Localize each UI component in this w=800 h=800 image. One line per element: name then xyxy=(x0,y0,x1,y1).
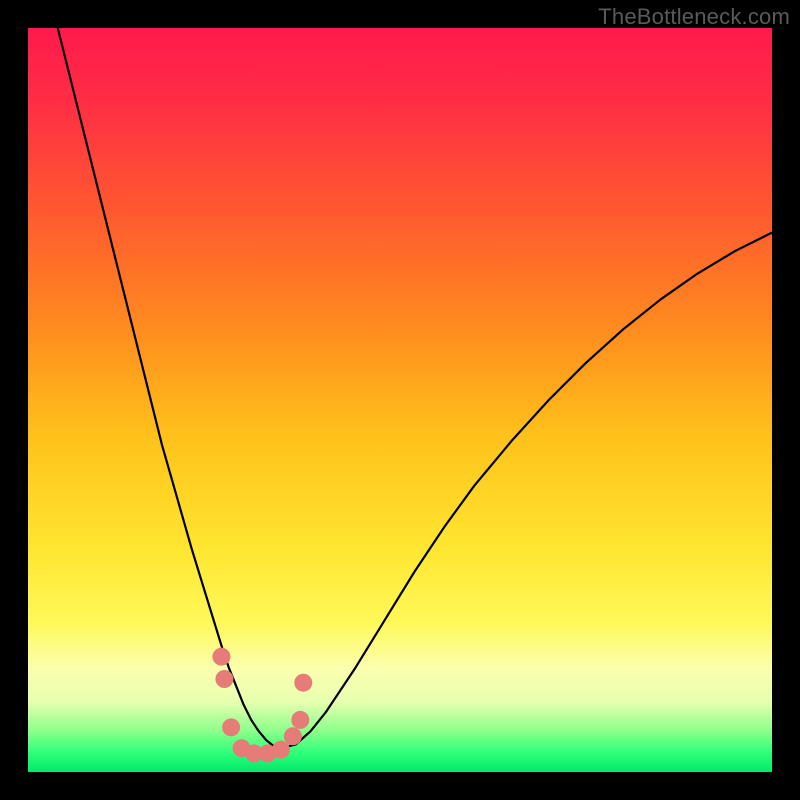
chart-svg xyxy=(28,28,772,772)
marker-dot xyxy=(294,674,312,692)
marker-dot xyxy=(215,670,233,688)
marker-dot xyxy=(272,741,290,759)
marker-dot xyxy=(284,727,302,745)
plot-area xyxy=(28,28,772,772)
marker-dot xyxy=(212,648,230,666)
chart-frame: TheBottleneck.com xyxy=(0,0,800,800)
marker-dot xyxy=(291,711,309,729)
marker-dot xyxy=(222,718,240,736)
gradient-background xyxy=(28,28,772,772)
watermark-text: TheBottleneck.com xyxy=(598,4,790,30)
